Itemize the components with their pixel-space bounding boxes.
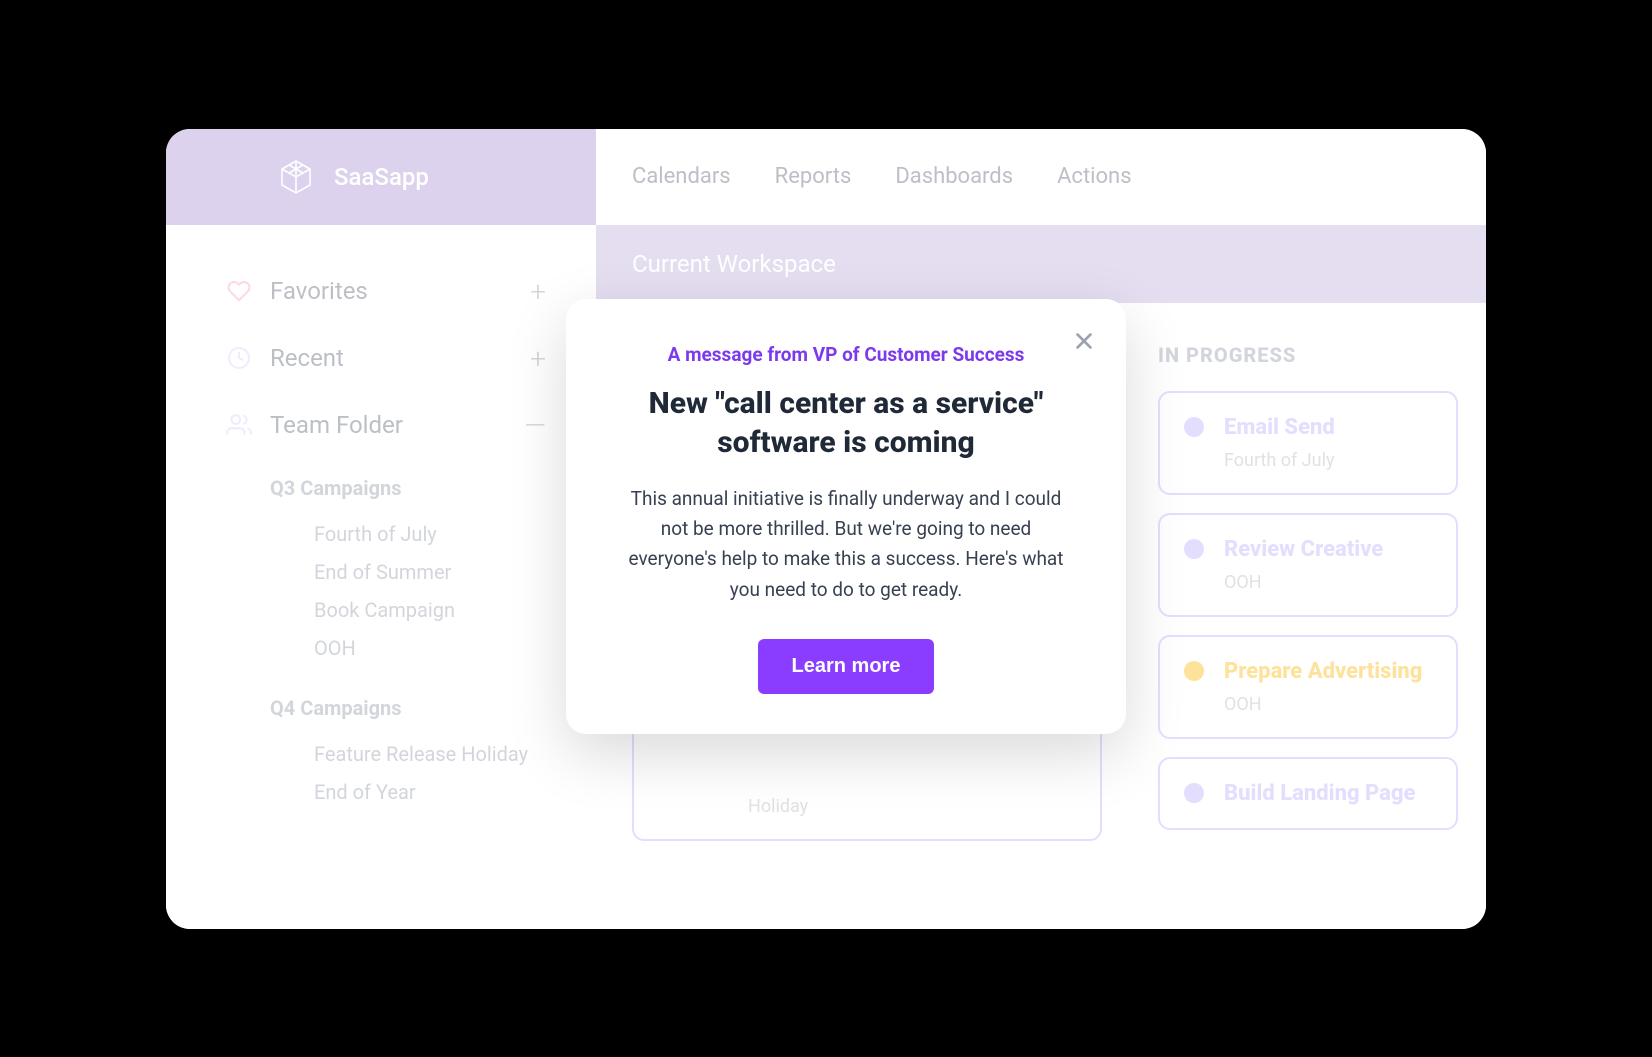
sidebar-header: SaaSapp — [166, 129, 596, 225]
card-title: Email Send — [1224, 415, 1335, 440]
sidebar-section-team-folder[interactable]: Team Folder — — [226, 409, 566, 442]
card-subtitle: OOH — [1224, 694, 1432, 715]
sidebar-item-feature-release-holiday[interactable]: Feature Release Holiday — [314, 742, 566, 766]
status-dot-icon — [1184, 417, 1204, 437]
card-title: Prepare Advertising — [1224, 659, 1422, 684]
status-dot-icon — [1184, 783, 1204, 803]
team-folder-collapse-icon[interactable]: — — [524, 409, 566, 442]
sidebar-item-book-campaign[interactable]: Book Campaign — [314, 598, 566, 622]
sidebar-item-fourth-of-july[interactable]: Fourth of July — [314, 522, 566, 546]
board-card-prepare-advertising[interactable]: Prepare Advertising OOH — [1158, 635, 1458, 739]
recent-add-icon[interactable]: + — [530, 342, 566, 375]
app-name: SaaSapp — [334, 163, 429, 191]
favorites-add-icon[interactable]: + — [530, 275, 566, 308]
modal-title: New "call center as a service" software … — [616, 384, 1076, 462]
card-title: Build Landing Page — [1224, 781, 1415, 806]
recent-label: Recent — [270, 344, 344, 372]
announcement-modal: A message from VP of Customer Success Ne… — [566, 299, 1126, 735]
sidebar-item-ooh[interactable]: OOH — [314, 636, 566, 660]
sidebar-body: Favorites + Recent + — [166, 225, 596, 818]
cube-logo-icon — [276, 157, 316, 197]
sidebar-item-end-of-summer[interactable]: End of Summer — [314, 560, 566, 584]
card-subtitle: OOH — [1224, 572, 1432, 593]
app-window: SaaSapp Favorites + — [166, 129, 1486, 929]
nav-reports[interactable]: Reports — [775, 164, 852, 189]
close-icon[interactable] — [1068, 325, 1100, 357]
sidebar-section-recent[interactable]: Recent + — [226, 342, 566, 375]
group-q4-title[interactable]: Q4 Campaigns — [270, 696, 566, 720]
workspace-label: Current Workspace — [632, 250, 836, 278]
nav-calendars[interactable]: Calendars — [632, 164, 731, 189]
card-subtitle: Fourth of July — [1224, 450, 1432, 471]
top-nav: Calendars Reports Dashboards Actions — [596, 129, 1486, 225]
sidebar-item-end-of-year[interactable]: End of Year — [314, 780, 566, 804]
column-in-progress-header: IN PROGRESS — [1158, 343, 1458, 367]
favorites-label: Favorites — [270, 277, 368, 305]
board-card-email-send[interactable]: Email Send Fourth of July — [1158, 391, 1458, 495]
card-subtitle: Holiday — [748, 796, 1076, 817]
column-in-progress: IN PROGRESS Email Send Fourth of July Re… — [1158, 343, 1458, 929]
sidebar-section-favorites[interactable]: Favorites + — [226, 275, 566, 308]
users-icon — [226, 412, 252, 438]
learn-more-button[interactable]: Learn more — [758, 639, 935, 694]
modal-body: This annual initiative is finally underw… — [616, 484, 1076, 606]
team-folder-label: Team Folder — [270, 411, 403, 439]
card-title: Review Creative — [1224, 537, 1383, 562]
clock-icon — [226, 345, 252, 371]
status-dot-icon — [1184, 661, 1204, 681]
board-card-build-landing[interactable]: Build Landing Page — [1158, 757, 1458, 830]
workspace-bar: Current Workspace — [596, 225, 1486, 303]
nav-actions[interactable]: Actions — [1057, 164, 1131, 189]
sidebar: SaaSapp Favorites + — [166, 129, 596, 929]
heart-icon — [226, 278, 252, 304]
modal-eyebrow: A message from VP of Customer Success — [616, 343, 1076, 366]
nav-dashboards[interactable]: Dashboards — [895, 164, 1013, 189]
group-q3-title[interactable]: Q3 Campaigns — [270, 476, 566, 500]
board-card-review-creative[interactable]: Review Creative OOH — [1158, 513, 1458, 617]
status-dot-icon — [1184, 539, 1204, 559]
